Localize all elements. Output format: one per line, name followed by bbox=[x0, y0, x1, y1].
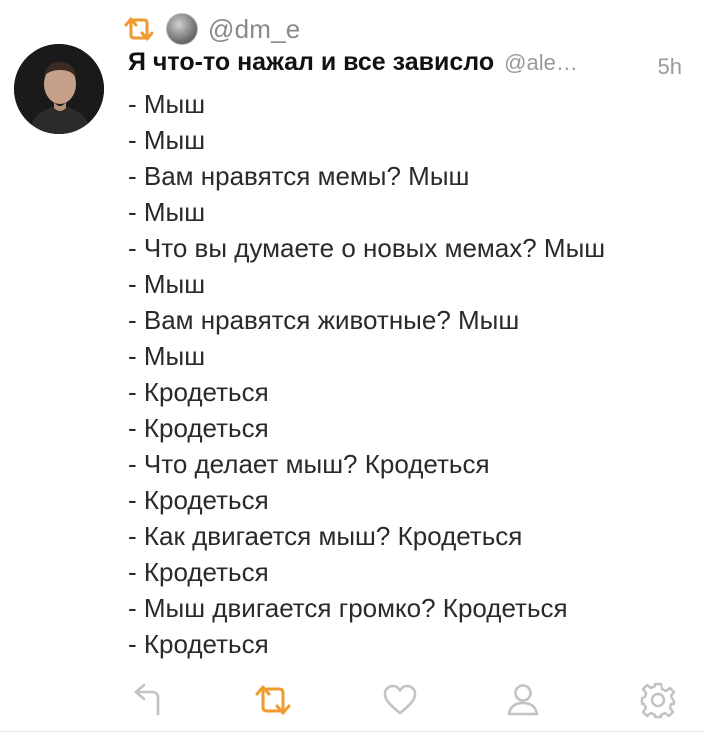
retweet-icon bbox=[124, 17, 154, 41]
tweet-header: Я что-то нажал и все зависло @ale… 5h bbox=[128, 48, 688, 88]
reply-button[interactable] bbox=[130, 680, 170, 720]
tweet-line: - Кродеться bbox=[128, 377, 269, 407]
tweet-line: - Как двигается мыш? Кродеться bbox=[128, 521, 523, 551]
tweet-line: - Кродеться bbox=[128, 413, 269, 443]
tweet-line: - Мыш bbox=[128, 269, 206, 299]
tweet-line: - Мыш bbox=[128, 341, 206, 371]
tweet-line: - Кродеться bbox=[128, 557, 269, 587]
tweet-line: - Мыш bbox=[128, 197, 206, 227]
heart-icon bbox=[383, 684, 417, 715]
tweet-timestamp[interactable]: 5h bbox=[658, 54, 682, 80]
tweet-actions bbox=[0, 676, 704, 722]
avatar-photo bbox=[14, 44, 104, 134]
author-avatar[interactable] bbox=[14, 44, 104, 134]
tweet-line: - Мыш bbox=[128, 89, 206, 119]
author-handle[interactable]: @ale… bbox=[504, 50, 578, 76]
retweet-button[interactable] bbox=[253, 680, 293, 720]
gear-icon bbox=[640, 682, 676, 719]
author-name[interactable]: Я что-то нажал и все зависло bbox=[128, 48, 494, 77]
tweet-line: - Вам нравятся мемы? Мыш bbox=[128, 161, 470, 191]
retweet-icon bbox=[255, 685, 291, 715]
tweet-line: - Что делает мыш? Кродеться bbox=[128, 449, 490, 479]
person-icon bbox=[507, 684, 539, 716]
profile-button[interactable] bbox=[503, 680, 543, 720]
tweet-line: - Мыш двигается громко? Кродеться bbox=[128, 593, 568, 623]
tweet-line: - Вам нравятся животные? Мыш bbox=[128, 305, 520, 335]
reply-icon bbox=[134, 683, 160, 716]
tweet-line: - Мыш bbox=[128, 125, 206, 155]
retweeter-avatar[interactable] bbox=[166, 13, 198, 45]
retweeter-handle[interactable]: @dm_e bbox=[208, 14, 300, 45]
settings-button[interactable] bbox=[638, 680, 678, 720]
tweet-line: - Что вы думаете о новых мемах? Мыш bbox=[128, 233, 606, 263]
tweet-line: - Кродеться bbox=[128, 629, 269, 659]
retweet-context: @dm_e bbox=[122, 10, 300, 48]
like-button[interactable] bbox=[380, 680, 420, 720]
tweet-text: - Мыш - Мыш - Вам нравятся мемы? Мыш - М… bbox=[128, 86, 688, 662]
tweet-line: - Кродеться bbox=[128, 485, 269, 515]
